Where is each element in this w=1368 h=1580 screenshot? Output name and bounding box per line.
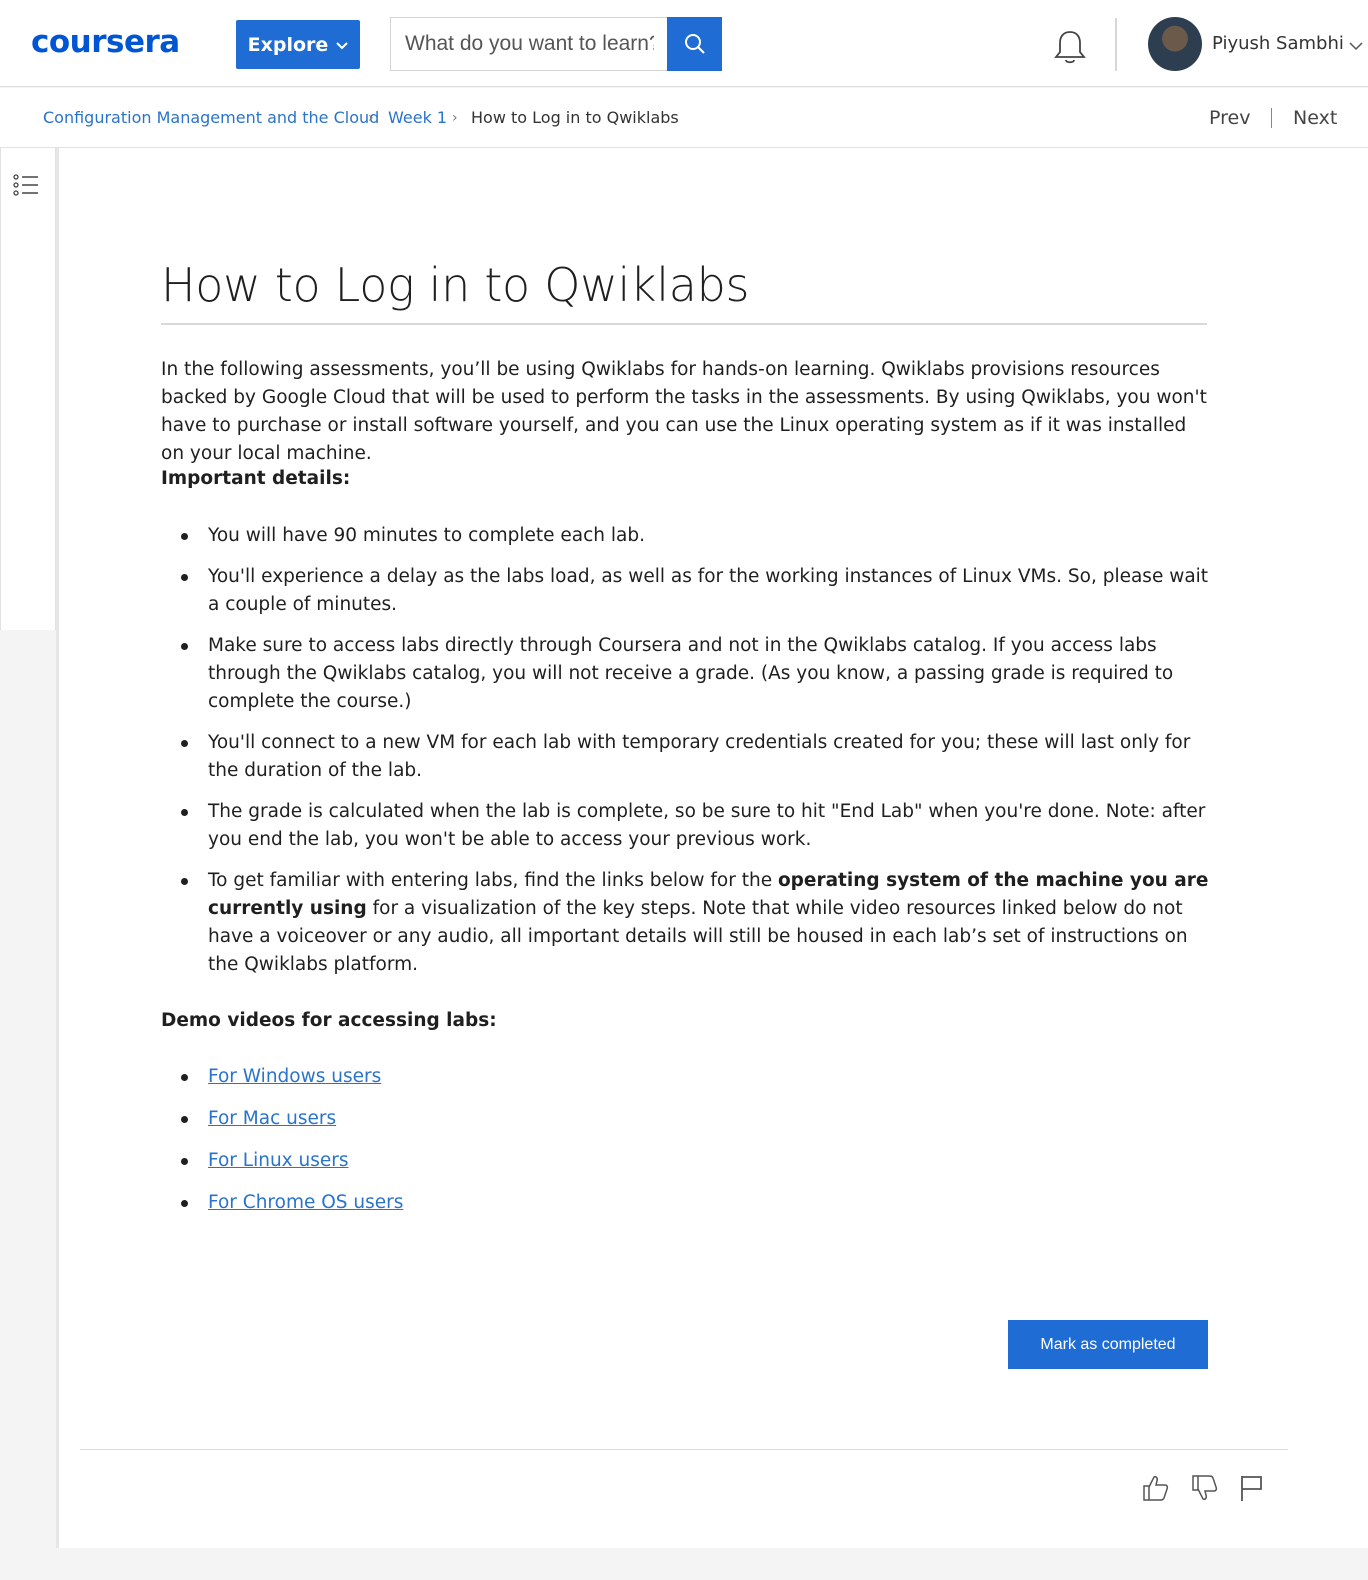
flag-icon[interactable]	[1239, 1473, 1265, 1507]
chrome-os-users-link[interactable]: For Chrome OS users	[208, 1192, 403, 1213]
title-divider	[161, 323, 1207, 325]
page-title: How to Log in to Qwiklabs	[161, 258, 750, 312]
intro-paragraph: In the following assessments, you’ll be …	[161, 359, 1207, 464]
list-item-text: To get familiar with entering labs, find…	[208, 870, 778, 891]
chevron-right-icon: ›	[368, 110, 374, 126]
explore-button[interactable]: Explore	[236, 20, 360, 69]
list-item: To get familiar with entering labs, find…	[161, 867, 1211, 979]
list-item: The grade is calculated when the lab is …	[161, 798, 1211, 854]
search-input[interactable]	[391, 18, 668, 70]
demo-links-list: For Windows users For Mac users For Linu…	[161, 1063, 403, 1231]
search-field	[390, 17, 668, 71]
chevron-right-icon: ›	[452, 110, 458, 126]
user-name[interactable]: Piyush Sambhi	[1212, 33, 1344, 54]
list-item: You'll connect to a new VM for each lab …	[161, 729, 1211, 785]
prev-button[interactable]: Prev	[1209, 107, 1250, 129]
list-item: Make sure to access labs directly throug…	[161, 632, 1211, 716]
breadcrumb-course[interactable]: Configuration Management and the Cloud	[43, 108, 379, 127]
list-item: For Windows users	[161, 1063, 403, 1091]
windows-users-link[interactable]: For Windows users	[208, 1066, 381, 1087]
thumbs-down-icon[interactable]	[1190, 1473, 1218, 1507]
chevron-down-icon	[336, 39, 349, 53]
breadcrumb: Configuration Management and the Cloud ›…	[0, 88, 1368, 148]
footer-divider	[80, 1449, 1288, 1450]
list-item: You'll experience a delay as the labs lo…	[161, 563, 1211, 619]
demo-videos-heading: Demo videos for accessing labs:	[161, 1010, 497, 1031]
search-button[interactable]	[667, 17, 722, 71]
top-nav-bar: coursera Explore Piyush Sambhi	[0, 0, 1368, 87]
header-divider	[1115, 18, 1117, 71]
thumbs-up-icon[interactable]	[1141, 1473, 1169, 1507]
avatar[interactable]	[1148, 17, 1202, 71]
chevron-down-icon[interactable]	[1349, 36, 1363, 55]
coursera-logo[interactable]: coursera	[31, 24, 180, 60]
list-menu-icon[interactable]	[13, 172, 39, 202]
important-details-list: You will have 90 minutes to complete eac…	[161, 522, 1211, 992]
side-rail	[0, 148, 56, 630]
important-details-heading: Important details:	[161, 468, 351, 489]
search-icon	[684, 34, 705, 54]
mark-as-completed-button[interactable]: Mark as completed	[1008, 1320, 1208, 1369]
prev-next-divider	[1271, 108, 1272, 128]
list-item: For Linux users	[161, 1147, 403, 1175]
next-button[interactable]: Next	[1293, 107, 1337, 129]
breadcrumb-current: How to Log in to Qwiklabs	[471, 108, 679, 127]
linux-users-link[interactable]: For Linux users	[208, 1150, 349, 1171]
list-item: You will have 90 minutes to complete eac…	[161, 522, 1211, 550]
breadcrumb-week[interactable]: Week 1	[388, 108, 447, 127]
explore-label: Explore	[247, 33, 329, 56]
list-item: For Chrome OS users	[161, 1189, 403, 1217]
list-item: For Mac users	[161, 1105, 403, 1133]
bell-icon[interactable]	[1052, 28, 1088, 66]
mac-users-link[interactable]: For Mac users	[208, 1108, 336, 1129]
